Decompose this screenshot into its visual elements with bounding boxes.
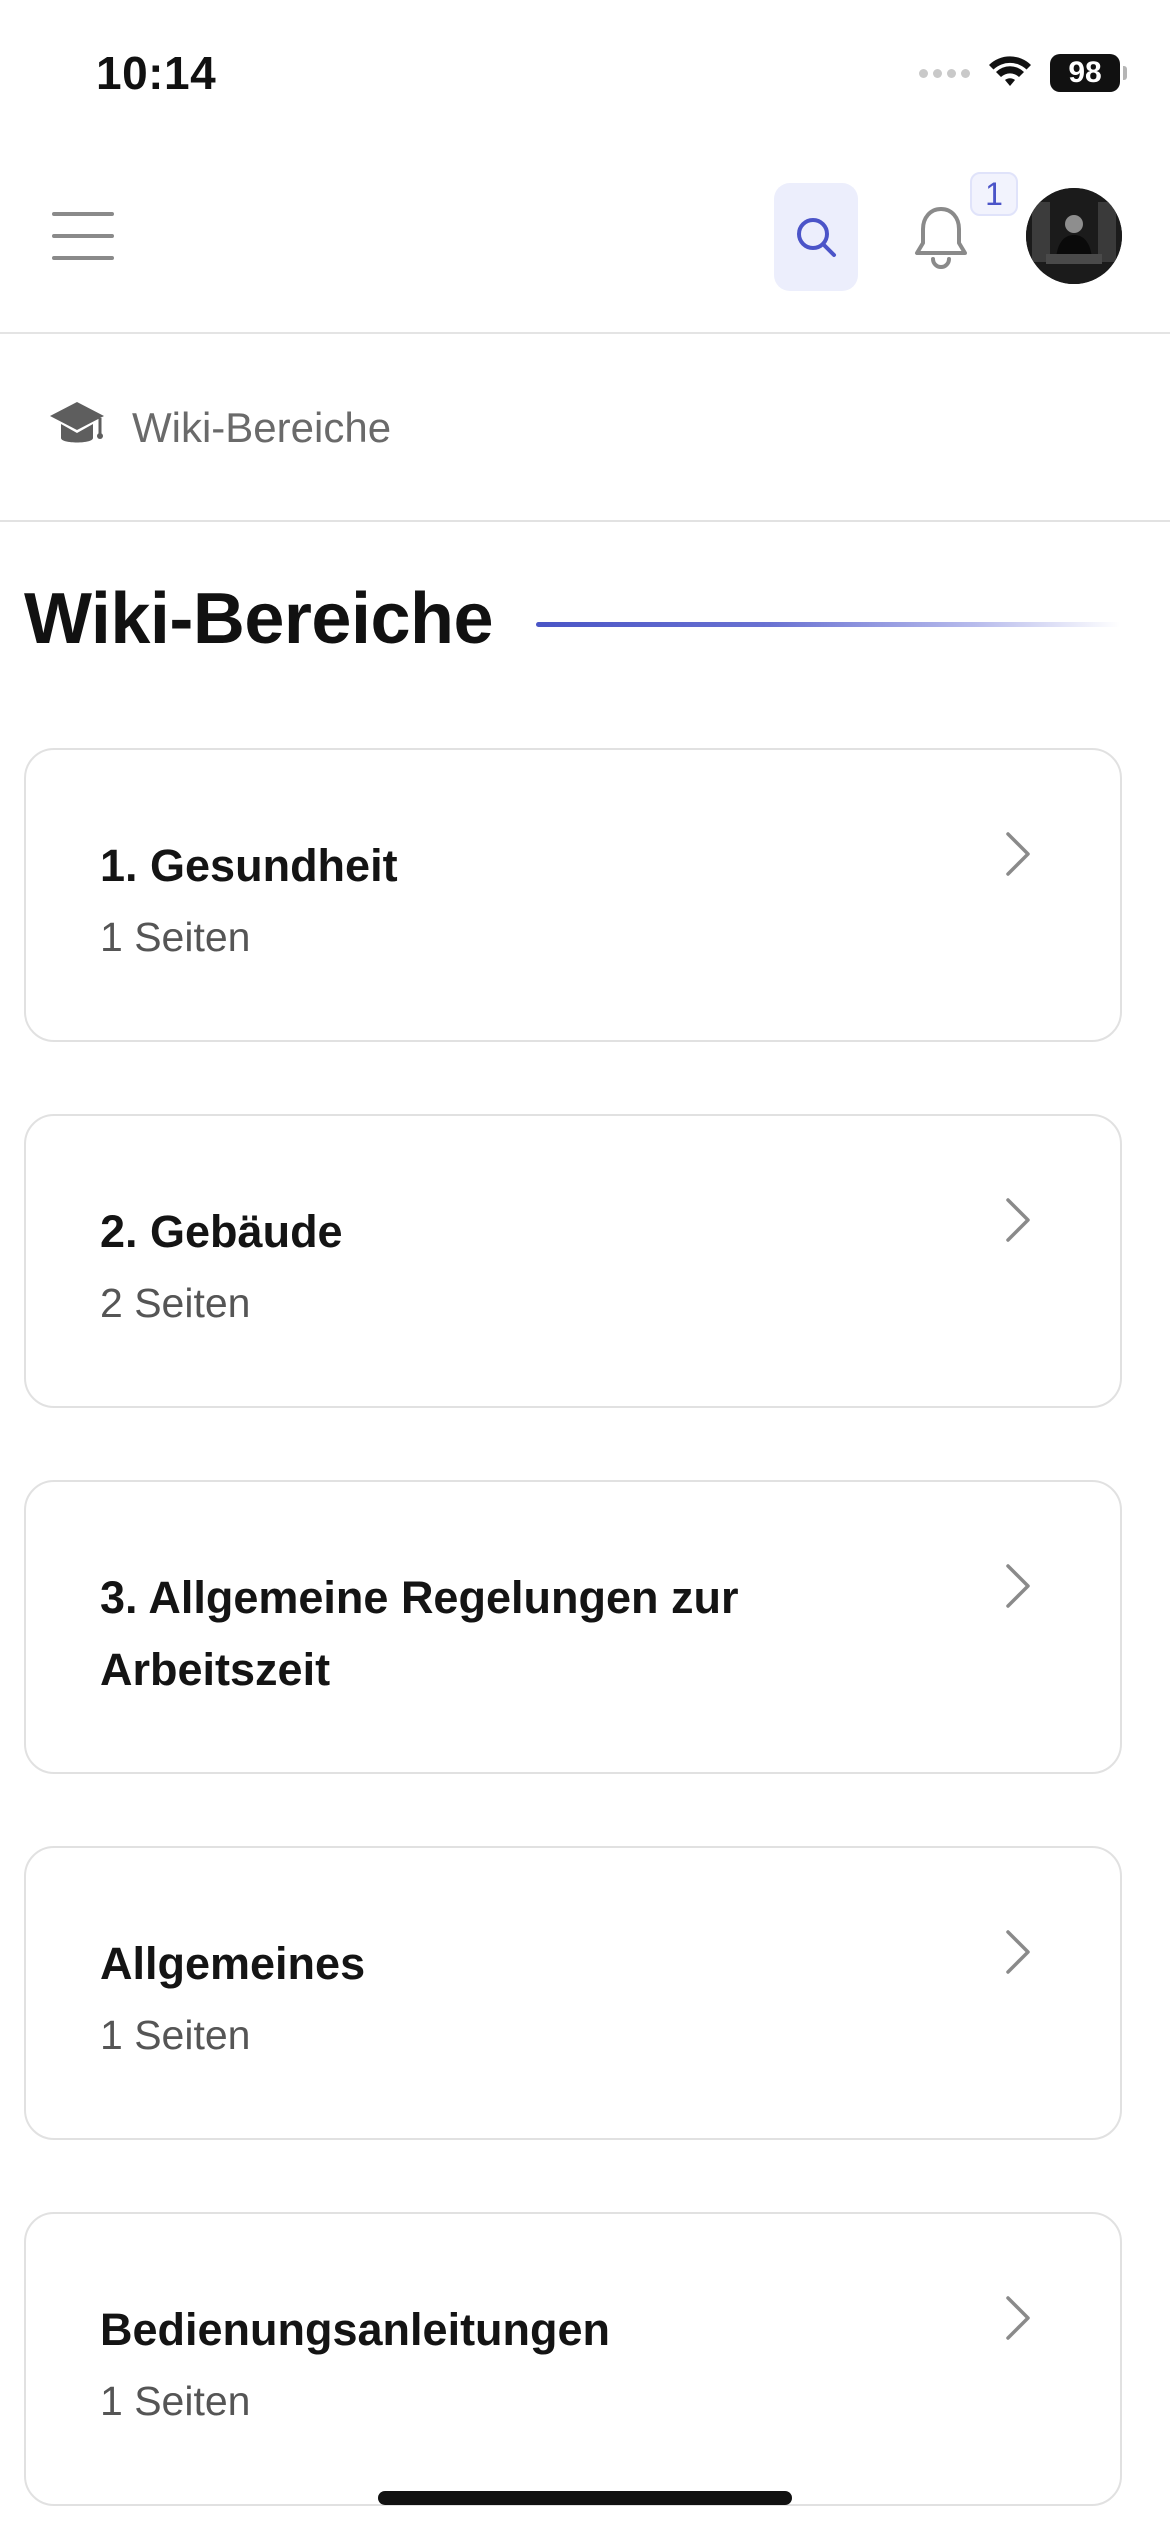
status-icons: 98 [919, 50, 1127, 96]
wiki-area-card[interactable]: 2. Gebäude 2 Seiten [24, 1114, 1122, 1408]
breadcrumb-label[interactable]: Wiki-Bereiche [132, 404, 391, 452]
status-bar: 10:14 98 [0, 0, 1170, 150]
wiki-areas-screen: 10:14 98 1 Wiki-Bereiche Wiki-Bereiche 1… [0, 0, 1170, 2532]
wiki-area-title: 1. Gesundheit [100, 840, 398, 891]
notifications-button[interactable] [906, 198, 976, 278]
wiki-area-card[interactable]: Allgemeines 1 Seiten [24, 1846, 1122, 2140]
chevron-right-icon [1006, 1198, 1030, 1242]
wiki-area-title: 2. Gebäude [100, 1206, 343, 1257]
wiki-area-card[interactable]: 1. Gesundheit 1 Seiten [24, 748, 1122, 1042]
chevron-right-icon [1006, 1564, 1030, 1608]
wiki-area-page-count: 1 Seiten [100, 914, 251, 960]
notification-badge: 1 [970, 172, 1018, 216]
graduation-cap-icon [50, 402, 104, 443]
top-app-bar: 1 [0, 150, 1170, 334]
status-time: 10:14 [96, 47, 217, 99]
wiki-area-page-count: 2 Seiten [100, 1280, 251, 1326]
title-divider [536, 622, 1120, 627]
battery-icon: 98 [1050, 54, 1127, 92]
wiki-area-card[interactable]: Bedienungsanleitungen 1 Seiten [24, 2212, 1122, 2506]
home-indicator[interactable] [378, 2491, 792, 2505]
wiki-area-card[interactable]: 3. Allgemeine Regelungen zur Arbeitszeit [24, 1480, 1122, 1774]
bell-icon [915, 207, 967, 269]
chevron-right-icon [1006, 832, 1030, 876]
menu-icon[interactable] [52, 212, 114, 260]
wiki-area-title: Allgemeines [100, 1938, 366, 1989]
user-avatar[interactable] [1026, 188, 1122, 284]
chevron-right-icon [1006, 2296, 1030, 2340]
wiki-area-title: Bedienungsanleitungen [100, 2304, 611, 2355]
wiki-area-page-count: 1 Seiten [100, 2378, 251, 2424]
battery-level: 98 [1068, 56, 1102, 89]
chevron-right-icon [1006, 1930, 1030, 1974]
search-icon [797, 218, 836, 257]
breadcrumb: Wiki-Bereiche [0, 336, 1170, 522]
wiki-area-page-count: 1 Seiten [100, 2012, 251, 2058]
cellular-signal-icon [919, 68, 970, 78]
wiki-area-title: 3. Allgemeine Regelungen zur Arbeitszeit [100, 1572, 739, 1695]
page-title: Wiki-Bereiche [24, 579, 494, 659]
wifi-icon [989, 56, 1031, 86]
search-button[interactable] [774, 183, 858, 291]
